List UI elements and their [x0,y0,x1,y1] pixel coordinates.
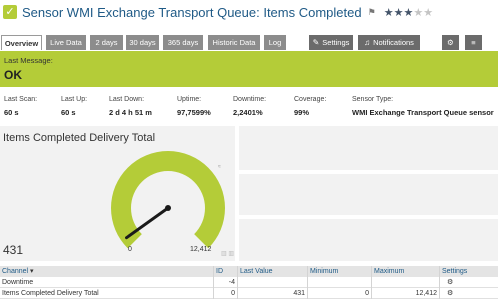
cell-minimum: 0 [307,288,371,299]
stat-value: 99% [294,108,310,117]
stat-value: 2 d 4 h 51 m [109,108,152,117]
cell-minimum [307,277,371,288]
status-ok-icon: ✓ [3,5,17,19]
gauge-chart: ≈ [111,151,226,249]
cell-channel[interactable]: Items Completed Delivery Total [0,288,213,299]
tab-30-days[interactable]: 30 days [126,35,159,50]
tab-bar: Overview Live Data 2 days 30 days 365 da… [0,35,498,50]
cell-channel[interactable]: Downtime [0,277,213,288]
stat-uptime: Uptime: 97,7599% [177,96,211,117]
stat-value: WMI Exchange Transport Queue sensor [352,108,494,117]
gauge-scale-tick: ≈ [218,164,221,170]
side-panel-bottom [239,219,498,261]
stat-value: 60 s [4,108,19,117]
chart-toggle-icon[interactable]: ▥ ▥ [221,250,234,257]
stat-label: Uptime: [177,96,202,103]
gauge-panel: ≈ Items Completed Delivery Total 431 0 1… [0,126,235,261]
gauge-arc [111,151,226,249]
gear-icon[interactable]: ⚙ [447,290,453,297]
stat-label: Last Down: [109,96,145,103]
gauge-min-label: 0 [128,246,132,253]
star-icon[interactable]: ★ [403,7,413,19]
menu-button[interactable]: ≡ [465,35,482,50]
tab-notifications-label: Notifications [373,38,414,47]
priority-stars[interactable]: ★★★★★ [384,6,433,19]
cell-settings: ⚙ [439,288,498,299]
tab-live-data[interactable]: Live Data [46,35,86,50]
stat-label: Last Scan: [4,96,38,103]
tab-365-days[interactable]: 365 days [163,35,203,50]
star-icon[interactable]: ★ [394,7,404,19]
gear-icon[interactable]: ⚙ [447,279,453,286]
stat-value: 2,2401% [233,108,263,117]
status-label: Last Message: [4,56,53,65]
gauge-max-label: 12,412 [190,246,212,253]
column-header-label: Channel [2,268,29,275]
tab-overview[interactable]: Overview [1,35,42,50]
menu-icon: ≡ [471,38,476,47]
stat-downtime: Downtime: 2,2401% [233,96,266,117]
cell-maximum [371,277,439,288]
side-panel-top [239,126,498,170]
tab-2-days[interactable]: 2 days [90,35,123,50]
column-header-last-value[interactable]: Last Value [237,266,307,277]
stat-label: Last Up: [61,96,88,103]
column-header-minimum[interactable]: Minimum [307,266,371,277]
bell-icon: ♫ [364,38,371,47]
stat-label: Downtime: [233,96,267,103]
stat-value: 60 s [61,108,76,117]
column-header-maximum[interactable]: Maximum [371,266,439,277]
stat-value: 97,7599% [177,108,211,117]
gauge-value: 431 [3,243,24,257]
table-row[interactable]: Downtime -4 ⚙ [0,277,498,288]
gauge-title: Items Completed Delivery Total [3,132,156,144]
status-box: Last Message: OK [0,51,498,87]
stat-label: Sensor Type: [352,96,394,103]
side-panel-middle [239,174,498,215]
tab-notifications[interactable]: ♫ Notifications [358,35,420,50]
tab-settings[interactable]: ✎ Settings [309,35,353,50]
cell-settings: ⚙ [439,277,498,288]
cell-last-value [237,277,307,288]
wrench-icon: ✎ [312,38,320,47]
stat-last-scan: Last Scan: 60 s [4,96,37,117]
cell-id: -4 [213,277,237,288]
tab-settings-label: Settings [322,38,350,47]
status-value: OK [4,68,22,82]
stat-coverage: Coverage: 99% [294,96,326,117]
star-icon[interactable]: ★ [413,7,423,19]
flag-icon[interactable]: ⚑ [368,7,376,18]
tab-log[interactable]: Log [264,35,286,50]
table-header: Channel ▾ ID Last Value Minimum Maximum … [0,266,498,277]
stat-last-up: Last Up: 60 s [61,96,87,117]
gear-icon: ⚙ [447,38,454,47]
stat-label: Coverage: [294,96,327,103]
cell-last-value: 431 [237,288,307,299]
table-row[interactable]: Items Completed Delivery Total 0 431 0 1… [0,288,498,299]
column-header-settings[interactable]: Settings [439,266,498,277]
cell-id: 0 [213,288,237,299]
gear-icon-button[interactable]: ⚙ [442,35,459,50]
star-icon[interactable]: ★ [384,7,394,19]
column-header-id[interactable]: ID [213,266,237,277]
sort-down-icon: ▾ [30,268,34,275]
stat-sensor-type: Sensor Type: WMI Exchange Transport Queu… [352,96,494,117]
stat-last-down: Last Down: 2 d 4 h 51 m [109,96,152,117]
cell-maximum: 12,412 [371,288,439,299]
title-bar: ✓ Sensor WMI Exchange Transport Queue: I… [0,0,498,24]
star-icon[interactable]: ★ [423,7,433,19]
tab-historic-data[interactable]: Historic Data [208,35,260,50]
page-title: Sensor WMI Exchange Transport Queue: Ite… [22,4,362,20]
stats-row: Last Scan: 60 s Last Up: 60 s Last Down:… [0,96,498,120]
column-header-channel[interactable]: Channel ▾ [0,266,213,277]
